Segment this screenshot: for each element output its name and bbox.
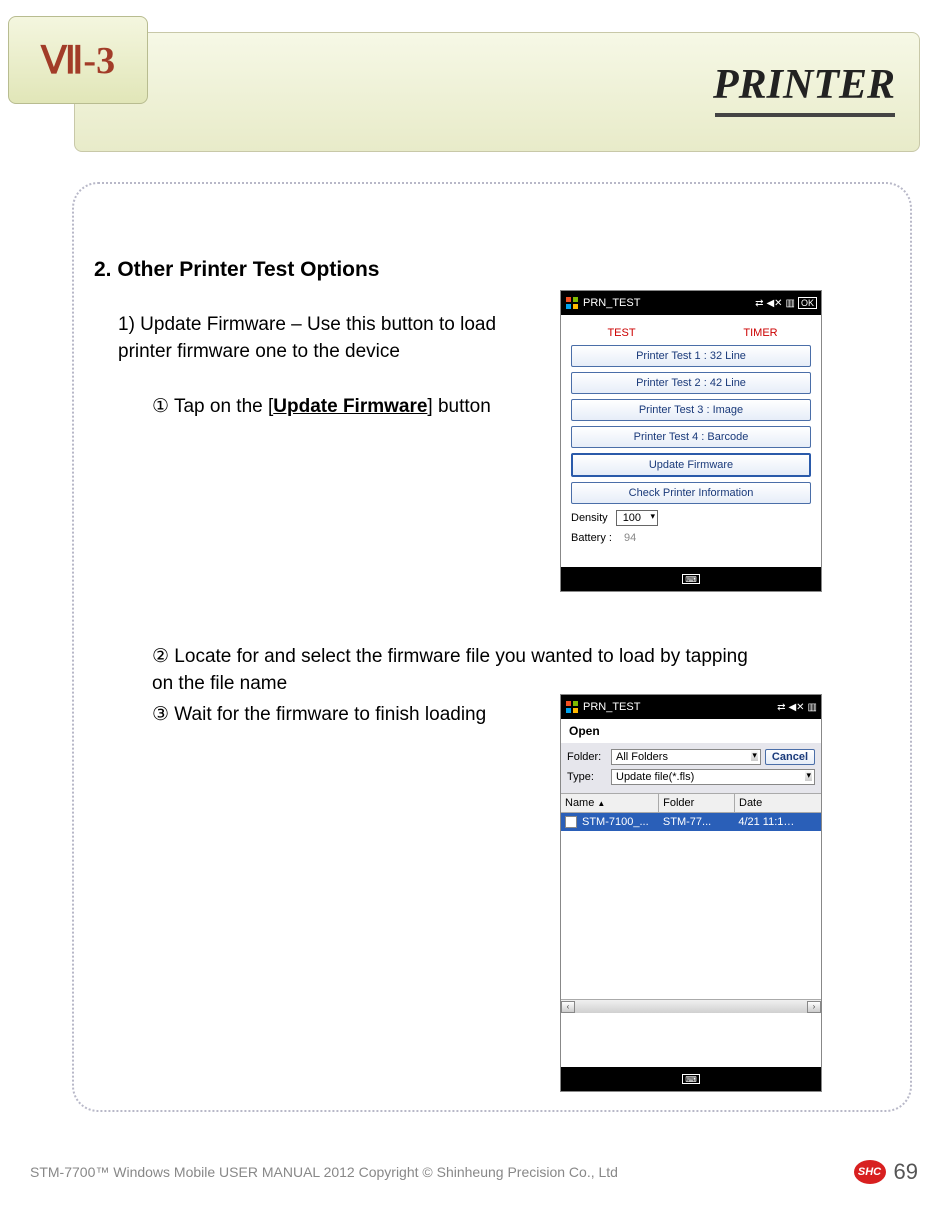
printer-test-3-button[interactable]: Printer Test 3 : Image [571, 399, 811, 421]
step-1: ① Tap on the [Update Firmware] button [152, 394, 512, 421]
update-firmware-button[interactable]: Update Firmware [571, 453, 811, 477]
wm-titlebar: PRN_TEST ⇄ ◀✕ ▥ OK [561, 291, 821, 315]
speaker-icon: ◀✕ [766, 298, 782, 309]
windows-flag-icon [565, 700, 579, 714]
header-underline [715, 113, 895, 117]
step-1-bold: Update Firmware [273, 396, 427, 417]
file-date-cell: 4/21 11:1… [734, 813, 821, 831]
wm-bottombar-2 [561, 1067, 821, 1091]
printer-test-4-button[interactable]: Printer Test 4 : Barcode [571, 426, 811, 448]
type-label: Type: [567, 771, 607, 783]
check-printer-info-button[interactable]: Check Printer Information [571, 482, 811, 504]
wm-title-2: PRN_TEST [583, 701, 773, 713]
step-1-suffix: ] button [427, 396, 490, 417]
step-2: ② Locate for and select the firmware fil… [152, 644, 772, 697]
section-title: 2. Other Printer Test Options [94, 258, 380, 282]
keyboard-icon[interactable] [682, 574, 700, 584]
open-title: Open [561, 719, 821, 743]
signal-icon: ⇄ [777, 702, 785, 713]
wm-bottombar [561, 567, 821, 591]
footer-text: STM-7700™ Windows Mobile USER MANUAL 201… [30, 1164, 846, 1180]
folder-row: Folder: All Folders Cancel [567, 749, 815, 765]
density-label: Density [571, 512, 608, 524]
para-update-firmware: 1) Update Firmware – Use this button to … [118, 312, 538, 365]
ok-button[interactable]: OK [798, 297, 817, 309]
keyboard-icon[interactable] [682, 1074, 700, 1084]
wm-title: PRN_TEST [583, 297, 751, 309]
file-list: STM-7100_... STM-77... 4/21 11:1… ‹ › [561, 813, 821, 1013]
wm-status-icons: ⇄ ◀✕ ▥ OK [755, 297, 817, 309]
speaker-icon: ◀✕ [788, 702, 804, 713]
chapter-tab: Ⅶ-3 [8, 16, 148, 104]
screenshot-open-dialog: PRN_TEST ⇄ ◀✕ ▥ Open Folder: All Folders… [560, 694, 822, 1092]
file-name-text: STM-7100_... [582, 816, 649, 828]
file-row-selected[interactable]: STM-7100_... STM-77... 4/21 11:1… [561, 813, 821, 831]
type-select[interactable]: Update file(*.fls) [611, 769, 815, 785]
open-fields: Folder: All Folders Cancel Type: Update … [561, 743, 821, 793]
battery-label: Battery : [571, 532, 612, 544]
printer-test-1-button[interactable]: Printer Test 1 : 32 Line [571, 345, 811, 367]
header-labels: TEST TIMER [571, 327, 811, 339]
col-name-text: Name [565, 797, 594, 809]
header-title: PRINTER [713, 61, 895, 109]
page-footer: STM-7700™ Windows Mobile USER MANUAL 201… [30, 1159, 918, 1185]
battery-row: Battery : 94 [571, 532, 811, 544]
col-date-header[interactable]: Date [735, 794, 821, 812]
sort-asc-icon: ▲ [597, 799, 605, 808]
density-row: Density 100 [571, 510, 811, 526]
list-header: Name▲ Folder Date [561, 793, 821, 813]
header-bar: PRINTER [74, 32, 920, 152]
shc-logo: SHC [854, 1160, 886, 1184]
windows-flag-icon [565, 296, 579, 310]
horizontal-scrollbar[interactable]: ‹ › [561, 999, 821, 1013]
type-row: Type: Update file(*.fls) [567, 769, 815, 785]
battery-icon: ▥ [808, 702, 817, 713]
col-folder-header[interactable]: Folder [659, 794, 735, 812]
folder-select[interactable]: All Folders [611, 749, 761, 765]
screenshot-prn-test: PRN_TEST ⇄ ◀✕ ▥ OK TEST TIMER Printer Te… [560, 290, 822, 592]
label-timer: TIMER [710, 327, 811, 339]
battery-value: 94 [624, 532, 636, 544]
shot2-body: Open Folder: All Folders Cancel Type: Up… [561, 719, 821, 1067]
folder-label: Folder: [567, 751, 607, 763]
step-1-prefix: ① Tap on the [ [152, 396, 273, 417]
file-name-cell: STM-7100_... [561, 813, 659, 831]
signal-icon: ⇄ [755, 298, 763, 309]
wm-status-icons-2: ⇄ ◀✕ ▥ [777, 702, 817, 713]
printer-test-2-button[interactable]: Printer Test 2 : 42 Line [571, 372, 811, 394]
cancel-button[interactable]: Cancel [765, 749, 815, 765]
file-icon [565, 816, 577, 828]
page-number: 69 [894, 1159, 918, 1185]
file-folder-cell: STM-77... [659, 813, 734, 831]
col-name-header[interactable]: Name▲ [561, 794, 659, 812]
battery-icon: ▥ [786, 298, 795, 309]
scroll-right-button[interactable]: › [807, 1001, 821, 1013]
step-3: ③ Wait for the firmware to finish loadin… [152, 702, 512, 729]
label-test: TEST [571, 327, 672, 339]
scroll-left-button[interactable]: ‹ [561, 1001, 575, 1013]
wm-titlebar-2: PRN_TEST ⇄ ◀✕ ▥ [561, 695, 821, 719]
density-select[interactable]: 100 [616, 510, 658, 526]
shot1-body: TEST TIMER Printer Test 1 : 32 Line Prin… [561, 315, 821, 567]
